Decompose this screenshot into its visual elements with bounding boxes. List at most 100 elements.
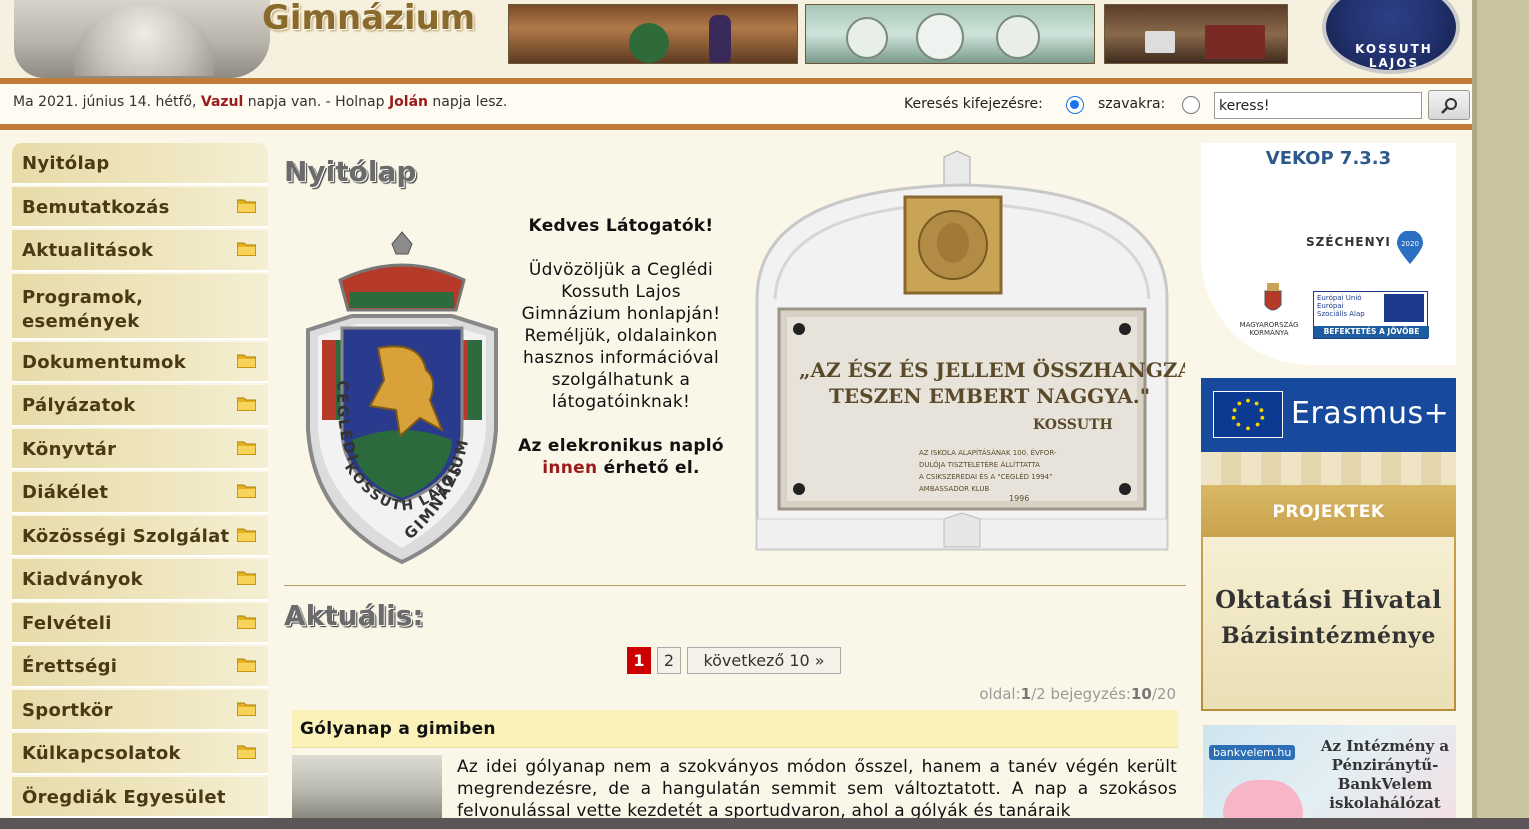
- sidebar-nav: Nyitólap Bemutatkozás Aktualitások Programo…: [12, 143, 268, 820]
- sidebar-item-nyitolap[interactable]: Nyitólap: [12, 143, 268, 185]
- sidebar-item-kozossegi-szolgalat[interactable]: Közösségi Szolgálat: [12, 515, 268, 557]
- info-bar: Ma 2021. június 14. hétfő, Vazul napja v…: [0, 84, 1472, 124]
- sidebar-item-aktualitasok[interactable]: Aktualitások: [12, 230, 268, 272]
- page-shadow: [1472, 0, 1477, 829]
- projektek-box: PROJEKTEK Oktatási Hivatal Bázisintézmén…: [1201, 485, 1456, 711]
- search-input[interactable]: [1214, 92, 1422, 119]
- sidebar-item-felveteli[interactable]: Felvételi: [12, 602, 268, 644]
- bankvelem-banner[interactable]: bankvelem.hu Az Intézmény a Pénziránytű-…: [1203, 725, 1456, 829]
- window-bottom-bar: [0, 818, 1529, 829]
- page-2-link[interactable]: 2: [657, 647, 681, 674]
- sidebar-item-bemutatkozas[interactable]: Bemutatkozás: [12, 186, 268, 228]
- svg-text:DULÓJA TISZTELETÉRE ÁLLÍTTATTA: DULÓJA TISZTELETÉRE ÁLLÍTTATTA: [919, 460, 1040, 469]
- eu-title: Európai Unió Európai Szociális Alap: [1317, 294, 1365, 318]
- sidebar-item-label: Érettségi: [22, 656, 118, 677]
- bankvelem-text: Az Intézmény a Pénziránytű-BankVelem isk…: [1320, 737, 1450, 812]
- sidebar-item-label: Közösségi Szolgálat: [22, 525, 230, 547]
- eu-slogan: BEFEKTETÉS A JÖVŐBE: [1314, 326, 1429, 338]
- vekop-title: VEKOP 7.3.3: [1265, 148, 1392, 169]
- search-button[interactable]: [1428, 90, 1470, 120]
- next-10-link[interactable]: következő 10 »: [687, 647, 841, 674]
- svg-text:2020: 2020: [1401, 240, 1419, 248]
- sidebar-item-oregdiak-egyesulet[interactable]: Öregdiák Egyesület: [12, 776, 268, 818]
- header-photo-2: [805, 4, 1095, 64]
- sidebar-item-kulkapcsolatok[interactable]: Külkapcsolatok: [12, 733, 268, 775]
- kossuth-plaque-image: „AZ ÉSZ ÉS JELLEM ÖSSZHANGZATA TESZEN EM…: [755, 150, 1185, 551]
- post-title-bar: Gólyanap a gimiben: [292, 710, 1178, 748]
- sidebar-item-diakelet[interactable]: Diákélet: [12, 472, 268, 514]
- sidebar-item-label: Bemutatkozás: [22, 196, 170, 218]
- search-phrase-label: Keresés kifejezésre:: [904, 96, 1043, 112]
- page: Gimnázium KOSSUTH LAJOS Ma 2021. június …: [0, 0, 1472, 829]
- eu-fund-box: Európai Unió Európai Szociális Alap BEFE…: [1313, 291, 1429, 339]
- folder-icon: [237, 658, 256, 672]
- projektek-heading[interactable]: PROJEKTEK: [1201, 502, 1456, 522]
- right-sidebar: VEKOP 7.3.3 SZÉCHENYI 2020 MAGYARORSZÁG …: [1201, 143, 1457, 829]
- svg-text:„AZ ÉSZ ÉS JELLEM ÖSSZHANGZATA: „AZ ÉSZ ÉS JELLEM ÖSSZHANGZATA: [799, 357, 1185, 382]
- post-title-link[interactable]: Gólyanap a gimiben: [300, 719, 496, 739]
- sidebar-item-konyvtar[interactable]: Könyvtár: [12, 428, 268, 470]
- search-phrase-radio[interactable]: [1066, 96, 1084, 114]
- szechenyi-label: SZÉCHENYI: [1306, 235, 1391, 249]
- svg-text:AMBASSADOR KLUB: AMBASSADOR KLUB: [919, 485, 989, 493]
- site-title[interactable]: Gimnázium: [262, 0, 475, 38]
- folder-icon: [237, 745, 256, 759]
- main-content: Nyitólap CEGLÉDI KOSSUTH LAJOS GIMNÁZIUM…: [284, 143, 1186, 829]
- welcome-body: Üdvözöljük a Ceglédi Kossuth Lajos Gimná…: [521, 260, 721, 412]
- info-bar-divider: [0, 124, 1472, 130]
- sidebar-item-label: Külkapcsolatok: [22, 743, 181, 764]
- sidebar-item-label: Aktualitások: [22, 240, 154, 261]
- sidebar-item-kiadvanyok[interactable]: Kiadványok: [12, 559, 268, 601]
- folder-icon: [237, 615, 256, 629]
- sidebar-item-label: Öregdiák Egyesület: [22, 786, 226, 808]
- magyarorszag-kormanya: MAGYARORSZÁG KORMÁNYA: [1239, 321, 1299, 337]
- sidebar-item-label: Könyvtár: [22, 438, 117, 460]
- eu-stars-icon: [1213, 391, 1283, 438]
- page-info: oldal:1/2 bejegyzés:10/20: [979, 685, 1176, 703]
- sidebar-item-label: Sportkör: [22, 699, 113, 721]
- search-form: Keresés kifejezésre: szavakra:: [904, 90, 1472, 120]
- welcome-text: Kedves Látogatók! Üdvözöljük a Ceglédi K…: [514, 215, 728, 479]
- sidebar-item-programok-esemenyek[interactable]: Programok, események: [12, 273, 268, 340]
- erasmus-label: Erasmus+: [1291, 396, 1450, 431]
- sidebar-item-erettsegi[interactable]: Érettségi: [12, 646, 268, 688]
- szechenyi-pin-icon: 2020: [1397, 231, 1423, 264]
- school-crest-logo: KOSSUTH LAJOS: [1322, 0, 1460, 74]
- sidebar-item-label: Kiadványok: [22, 569, 143, 590]
- folder-icon: [237, 484, 256, 498]
- svg-text:KOSSUTH: KOSSUTH: [1033, 417, 1113, 433]
- sidebar-item-palyazatok[interactable]: Pályázatok: [12, 385, 268, 427]
- svg-text:TESZEN EMBERT NAGGYA.": TESZEN EMBERT NAGGYA.": [829, 384, 1150, 408]
- section-divider: [284, 585, 1186, 586]
- section-title-aktualis: Aktuális:: [284, 599, 424, 632]
- welcome-heading: Kedves Látogatók!: [528, 216, 714, 236]
- sidebar-item-label: Pályázatok: [22, 395, 136, 416]
- folder-icon: [237, 528, 256, 542]
- page-title: Nyitólap: [284, 155, 417, 188]
- naplo-link[interactable]: innen: [542, 458, 597, 478]
- svg-text:A CSIKSZEREDAI ÉS A "CEGLÉD 19: A CSIKSZEREDAI ÉS A "CEGLÉD 1994": [919, 472, 1052, 481]
- header-photo-3: [1104, 4, 1288, 64]
- sidebar-item-label: Nyitólap: [22, 153, 110, 174]
- erasmus-banner[interactable]: Erasmus+: [1201, 378, 1456, 452]
- oktatasi-hivatal-banner[interactable]: Oktatási Hivatal Bázisintézménye: [1203, 537, 1454, 709]
- school-badge-image: CEGLÉDI KOSSUTH LAJOS GIMNÁZIUM: [306, 231, 498, 565]
- nameday-line: Ma 2021. június 14. hétfő, Vazul napja v…: [13, 94, 508, 110]
- vekop-banner[interactable]: VEKOP 7.3.3 SZÉCHENYI 2020 MAGYARORSZÁG …: [1201, 143, 1456, 365]
- folder-icon: [237, 702, 256, 716]
- folder-icon: [237, 441, 256, 455]
- folder-icon: [237, 199, 256, 213]
- svg-text:1996: 1996: [1009, 494, 1029, 503]
- bankvelem-logo: bankvelem.hu: [1209, 745, 1296, 760]
- sidebar-item-dokumentumok[interactable]: Dokumentumok: [12, 341, 268, 383]
- folder-icon: [237, 242, 256, 256]
- sidebar-item-label: Diákélet: [22, 482, 109, 503]
- header-photo-1: [508, 4, 798, 64]
- search-words-radio[interactable]: [1182, 96, 1200, 114]
- sidebar-item-label: Programok, események: [22, 286, 144, 332]
- naplo-note: Az elekronikus napló innen érhető el.: [518, 436, 724, 478]
- sidebar-item-sportkor[interactable]: Sportkör: [12, 689, 268, 731]
- page-1-current: 1: [627, 647, 651, 674]
- svg-text:AZ ISKOLA ALAPÍTÁSÁNAK 100. ÉV: AZ ISKOLA ALAPÍTÁSÁNAK 100. ÉVFOR-: [919, 448, 1057, 457]
- tomorrow-nameday: Jolán: [388, 94, 428, 110]
